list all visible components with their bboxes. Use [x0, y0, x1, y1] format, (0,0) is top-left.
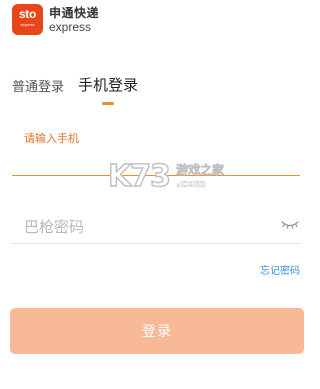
tab-normal-login[interactable]: 普通登录 [12, 76, 64, 95]
brand-name-en: express [49, 19, 92, 34]
login-tabs: 普通登录 手机登录 [12, 74, 139, 105]
login-page: sto express 申通快递 express 普通登录 手机登录 请输入手机… [0, 0, 314, 389]
phone-field-label: 请输入手机 [24, 132, 79, 145]
phone-input[interactable] [12, 148, 300, 176]
tab-phone-login[interactable]: 手机登录 [78, 74, 139, 105]
sto-logo: sto express [12, 4, 43, 35]
forgot-password-link[interactable]: 忘记密码 [260, 262, 300, 277]
watermark-text-en: .com [176, 176, 206, 190]
brand-texts: 申通快递 express [49, 7, 99, 33]
brand-name-cn: 申通快递 [49, 5, 100, 20]
login-button[interactable]: 登录 [10, 308, 304, 354]
logo-text: sto [18, 7, 37, 21]
tab-normal-login-label: 普通登录 [12, 80, 65, 95]
eye-closed-icon[interactable] [280, 216, 300, 230]
password-input[interactable] [12, 212, 300, 244]
brand-header: sto express 申通快递 express [12, 4, 99, 35]
active-tab-indicator [102, 102, 115, 105]
logo-subtext: express [20, 22, 35, 27]
tab-phone-login-label: 手机登录 [78, 76, 139, 94]
